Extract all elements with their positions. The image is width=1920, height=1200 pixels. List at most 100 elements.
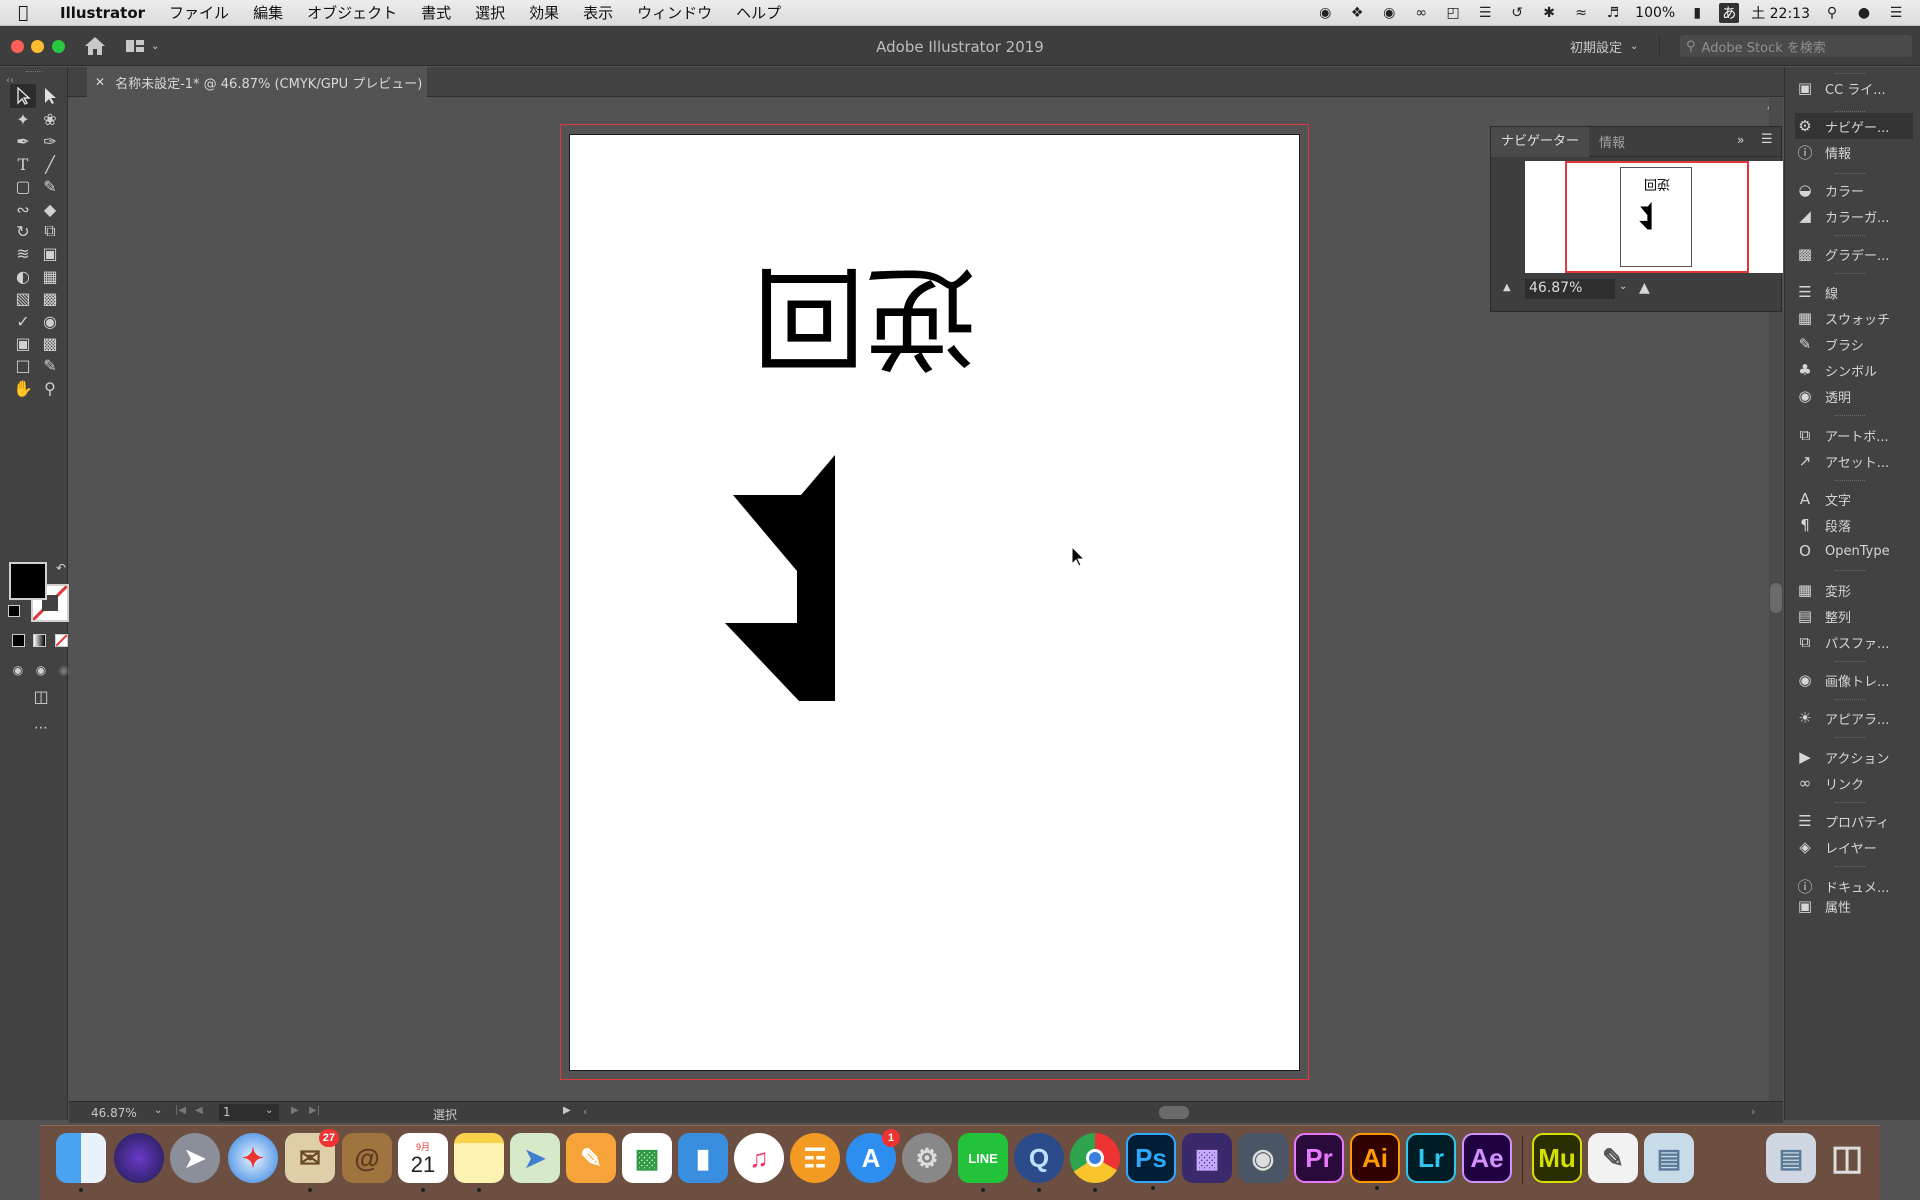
dock-item-color[interactable]: ◒ カラー [1795, 177, 1913, 203]
illustrator-icon[interactable]: Ai [1350, 1133, 1400, 1190]
dock-item-align[interactable]: ▤ 整列 [1795, 603, 1913, 629]
eyedropper-tool-icon[interactable]: ✓ [10, 309, 36, 333]
dock-item-document-info[interactable]: ⓘ ドキュメ... [1795, 873, 1913, 899]
menu-file[interactable]: ファイル [157, 2, 241, 23]
dock-item-color-guide[interactable]: ◢ カラーガ... [1795, 203, 1913, 229]
magic-wand-tool-icon[interactable]: ✦ [10, 107, 36, 131]
direct-selection-tool-icon[interactable] [37, 84, 63, 108]
width-tool-icon[interactable]: ≋ [10, 241, 36, 265]
notification-center-icon[interactable]: ☰ [1886, 5, 1906, 21]
rotate-tool-icon[interactable]: ↻ [10, 219, 36, 243]
navigator-preview[interactable]: 逆回 [1525, 161, 1783, 273]
dock-item-appearance[interactable]: ☀ アピアラ... [1795, 705, 1913, 731]
next-artboard-icon[interactable]: ▶ [291, 1105, 299, 1116]
stock-search-input[interactable]: ⚲ Adobe Stock を検索 [1680, 35, 1912, 57]
after-effects-icon[interactable]: Ae [1462, 1133, 1512, 1183]
pen-tool-icon[interactable]: ✒ [10, 129, 36, 153]
finder-icon[interactable] [56, 1133, 106, 1192]
perspective-grid-tool-icon[interactable]: ▦ [37, 264, 63, 288]
input-method[interactable]: あ [1719, 3, 1740, 23]
artboard[interactable]: 逆回 [569, 134, 1300, 1071]
chrome-icon[interactable] [1070, 1133, 1120, 1192]
dropbox-icon[interactable]: ❖ [1347, 5, 1367, 21]
dock-item-cc-libraries[interactable]: ▣ CC ライ... [1795, 75, 1913, 101]
siri-icon[interactable]: ● [1854, 5, 1874, 21]
menu-help[interactable]: ヘルプ [724, 2, 793, 23]
free-transform-tool-icon[interactable]: ▣ [37, 241, 63, 265]
gradient-mode-button[interactable] [33, 634, 46, 647]
gradient-tool-icon[interactable]: ▩ [37, 286, 63, 310]
dock-item-layers[interactable]: ◈ レイヤー [1795, 834, 1913, 860]
type-tool-icon[interactable]: T [10, 152, 36, 176]
numbers-icon[interactable]: ▩ [622, 1133, 672, 1183]
html5-icon[interactable]: ◰ [1443, 5, 1463, 21]
artboard-tool-icon[interactable]: □ [10, 353, 36, 377]
dock-item-paragraph[interactable]: ¶ 段落 [1795, 512, 1913, 538]
maps-icon[interactable]: ➤ [510, 1133, 560, 1183]
keynote-icon[interactable]: ▮ [678, 1133, 728, 1183]
edit-toolbar-icon[interactable]: ⋯ [28, 716, 54, 740]
panel-menu-icon[interactable]: ☰ [1761, 132, 1773, 147]
app-menu[interactable]: Illustrator [46, 4, 157, 22]
menu-window[interactable]: ウィンドウ [625, 2, 724, 23]
battery-icon[interactable]: ▮ [1687, 5, 1707, 21]
clock[interactable]: 土 22:13 [1751, 3, 1810, 23]
bridge-icon[interactable]: ◉ [1238, 1133, 1288, 1183]
notes-icon[interactable] [454, 1133, 504, 1192]
launchpad-icon[interactable]: ➤ [170, 1133, 220, 1183]
rectangle-tool-icon[interactable]: ▢ [10, 174, 36, 198]
dock-item-symbols[interactable]: ♣ シンボル [1795, 357, 1913, 383]
status-menu-arrow-icon[interactable]: ▶ [563, 1105, 571, 1116]
itunes-icon[interactable]: ♫ [734, 1133, 784, 1183]
dock-item-asset-export[interactable]: ↗ アセット... [1795, 448, 1913, 474]
vertical-scroll-thumb[interactable] [1770, 583, 1782, 613]
line-segment-tool-icon[interactable]: ╱ [37, 152, 63, 176]
scroll-left-arrow-icon[interactable]: ‹ [583, 1105, 587, 1118]
dock-item-image-trace[interactable]: ◉ 画像トレ... [1795, 667, 1913, 693]
navigator-zoom-dropdown-icon[interactable]: ⌄ [1619, 281, 1627, 292]
close-tab-icon[interactable]: ✕ [95, 75, 105, 89]
none-mode-button[interactable] [55, 634, 68, 647]
preview-icon[interactable]: ▤ [1644, 1133, 1694, 1183]
volume-icon[interactable]: ♬ [1603, 5, 1623, 21]
tab-navigator[interactable]: ナビゲーター [1491, 126, 1590, 157]
dock-item-swatches[interactable]: ▦ スウォッチ [1795, 305, 1913, 331]
artboard-dropdown-icon[interactable]: ⌄ [265, 1105, 273, 1116]
menu-type[interactable]: 書式 [409, 2, 463, 23]
dock-item-links[interactable]: ∞ リンク [1795, 770, 1913, 796]
dock-item-brushes[interactable]: ✎ ブラシ [1795, 331, 1913, 357]
apple-menu-icon[interactable]:  [18, 3, 46, 23]
paintbrush-tool-icon[interactable]: ✎ [37, 174, 63, 198]
scale-tool-icon[interactable]: ⧉ [37, 219, 63, 243]
zoom-dropdown-icon[interactable]: ⌄ [154, 1105, 162, 1116]
dock-item-actions[interactable]: ▶ アクション [1795, 744, 1913, 770]
media-encoder-icon[interactable]: ▩ [1182, 1133, 1232, 1183]
system-preferences-icon[interactable]: ⚙ [902, 1133, 952, 1183]
tab-info[interactable]: 情報 [1589, 132, 1635, 151]
slice-tool-icon[interactable]: ✎ [37, 353, 63, 377]
shaper-tool-icon[interactable]: ∾ [10, 197, 36, 221]
dock-item-opentype[interactable]: O OpenType [1795, 538, 1913, 564]
siri-icon[interactable] [114, 1133, 164, 1183]
menu-effect[interactable]: 効果 [517, 2, 571, 23]
line-app-icon[interactable]: LINE [958, 1133, 1008, 1192]
shape-builder-tool-icon[interactable]: ◐ [10, 264, 36, 288]
zoom-level-select[interactable]: 46.87% [91, 1106, 161, 1120]
collapse-panel-icon[interactable]: » [1737, 133, 1744, 147]
muse-icon[interactable]: Mu [1532, 1133, 1582, 1183]
dock-item-artboards[interactable]: ⧉ アートボ... [1795, 422, 1913, 448]
default-colors-icon[interactable] [8, 605, 20, 617]
app-store-icon[interactable]: A1 [846, 1129, 900, 1183]
menu-select[interactable]: 選択 [463, 2, 517, 23]
horizontal-scroll-thumb[interactable] [1159, 1106, 1189, 1119]
hand-tool-icon[interactable]: ✋ [10, 376, 36, 400]
menu-view[interactable]: 表示 [571, 2, 625, 23]
color-mode-button[interactable] [12, 634, 25, 647]
scroll-right-arrow-icon[interactable]: › [1751, 1105, 1755, 1118]
zoom-tool-icon[interactable]: ⚲ [37, 376, 63, 400]
calendar-icon[interactable]: 9月 21 [398, 1133, 448, 1192]
spotlight-icon[interactable]: ⚲ [1822, 5, 1842, 21]
prev-artboard-icon[interactable]: ◀ [195, 1105, 203, 1116]
lightroom-icon[interactable]: Lr [1406, 1133, 1456, 1183]
navigator-view-box[interactable] [1565, 161, 1749, 273]
